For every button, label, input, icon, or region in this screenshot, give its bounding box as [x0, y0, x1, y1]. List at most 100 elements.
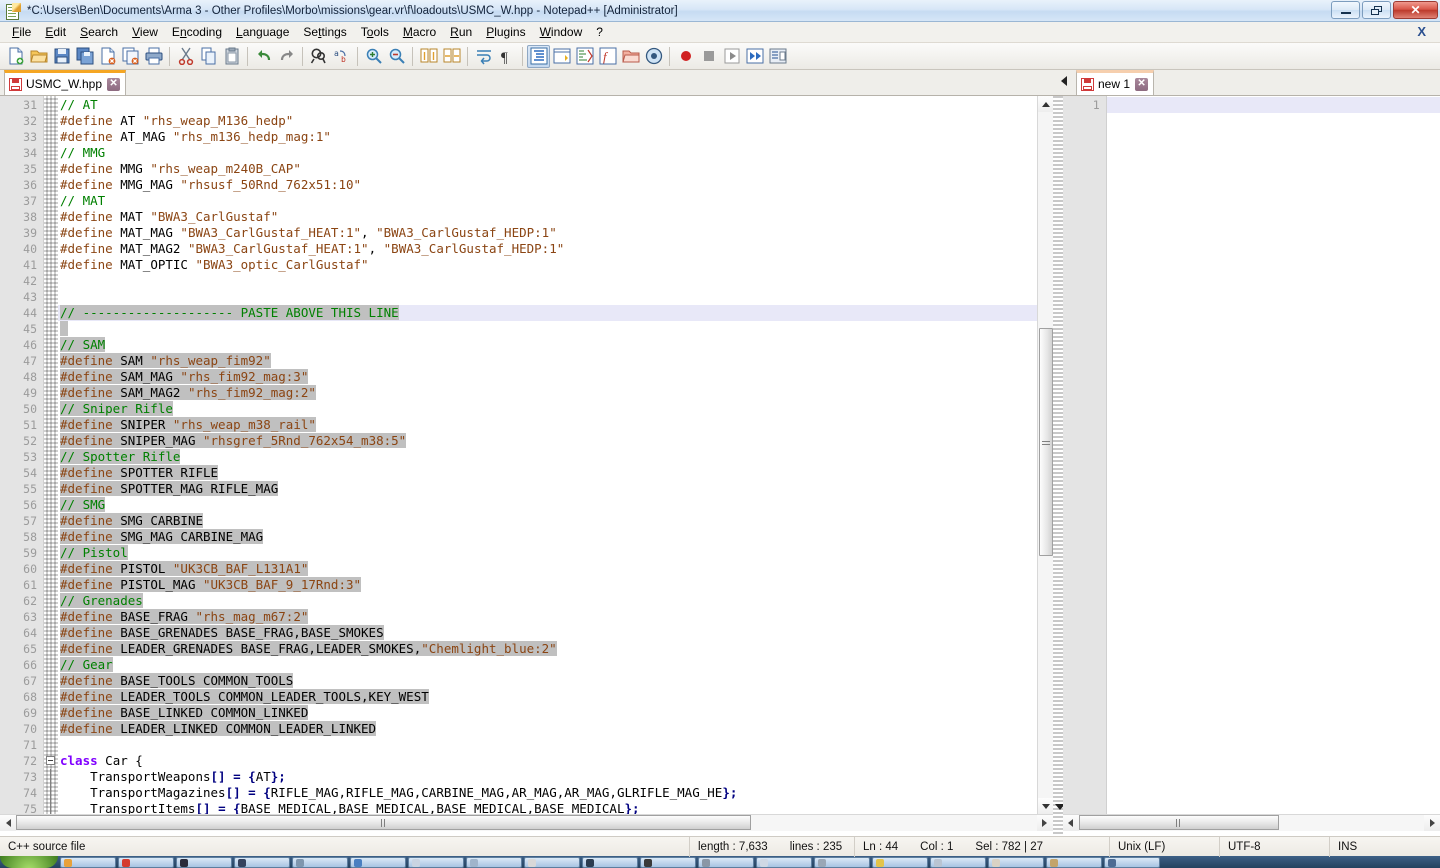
taskbar-item[interactable]: [756, 857, 812, 868]
taskbar-item[interactable]: [408, 857, 464, 868]
code-line[interactable]: #define SNIPER "rhs_weap_m38_rail": [58, 417, 1037, 433]
code-line[interactable]: // Sniper Rifle: [58, 401, 1037, 417]
taskbar-item[interactable]: [988, 857, 1044, 868]
sync-vertical-scrolling-icon[interactable]: [417, 45, 440, 68]
code-line[interactable]: // Gear: [58, 657, 1037, 673]
code-line[interactable]: class Car {: [58, 753, 1037, 769]
taskbar-item[interactable]: [292, 857, 348, 868]
code-line[interactable]: #define BASE_GRENADES BASE_FRAG,BASE_SMO…: [58, 625, 1037, 641]
code-line[interactable]: #define PISTOL "UK3CB_BAF_L131A1": [58, 561, 1037, 577]
close-all-files-icon[interactable]: [119, 45, 142, 68]
code-line[interactable]: // AT: [58, 97, 1037, 113]
status-encoding[interactable]: UTF-8: [1220, 837, 1330, 857]
scroll-right-arrow-icon-right[interactable]: [1424, 815, 1440, 831]
horizontal-scroll-thumb-right[interactable]: [1079, 815, 1279, 830]
code-line[interactable]: // MMG: [58, 145, 1037, 161]
document-map-icon[interactable]: [573, 45, 596, 68]
code-line[interactable]: #define MAT "BWA3_CarlGustaf": [58, 209, 1037, 225]
code-line[interactable]: [58, 321, 1037, 337]
scroll-right-arrow-icon[interactable]: [1037, 815, 1053, 831]
code-line[interactable]: // -------------------- PASTE ABOVE THIS…: [58, 305, 1037, 321]
code-line[interactable]: #define BASE_LINKED COMMON_LINKED: [58, 705, 1037, 721]
scroll-down-arrow-icon[interactable]: [1038, 798, 1053, 814]
code-editor-right[interactable]: 1: [1063, 96, 1440, 814]
code-line[interactable]: // Grenades: [58, 593, 1037, 609]
vertical-scrollbar-left[interactable]: [1037, 96, 1053, 814]
menu-item-plugins[interactable]: Plugins: [479, 23, 532, 41]
indent-guide-icon[interactable]: [527, 45, 550, 68]
function-list-icon[interactable]: f: [596, 45, 619, 68]
code-line[interactable]: #define SPOTTER RIFLE: [58, 465, 1037, 481]
horizontal-scroll-track[interactable]: [16, 815, 1037, 831]
code-line[interactable]: #define LEADER_TOOLS COMMON_LEADER_TOOLS…: [58, 689, 1037, 705]
code-line[interactable]: // Pistol: [58, 545, 1037, 561]
save-macro-icon[interactable]: [766, 45, 789, 68]
code-line[interactable]: TransportMagazines[] = {RIFLE_MAG,RIFLE_…: [58, 785, 1037, 801]
menu-item-settings[interactable]: Settings: [296, 23, 353, 41]
code-line[interactable]: [58, 273, 1037, 289]
fold-toggle[interactable]: [44, 753, 58, 769]
start-button[interactable]: [0, 856, 58, 868]
menu-item-encoding[interactable]: Encoding: [165, 23, 229, 41]
maximize-restore-button[interactable]: [1362, 1, 1391, 19]
code-line[interactable]: #define MMG_MAG "rhsusf_50Rnd_762x51:10": [58, 177, 1037, 193]
menu-item-file[interactable]: File: [5, 23, 38, 41]
code-line[interactable]: [1107, 97, 1440, 113]
scroll-left-arrow-icon-right[interactable]: [1063, 815, 1079, 831]
code-line[interactable]: #define AT "rhs_weap_M136_hedp": [58, 113, 1037, 129]
status-eol-format[interactable]: Unix (LF): [1110, 837, 1220, 857]
code-editor-left[interactable]: 3132333435363738394041424344454647484950…: [0, 96, 1053, 814]
menu-item-search[interactable]: Search: [73, 23, 125, 41]
folder-as-workspace-icon[interactable]: [619, 45, 642, 68]
taskbar-item[interactable]: [698, 857, 754, 868]
code-line[interactable]: #define LEADER_GRENADES BASE_FRAG,LEADER…: [58, 641, 1037, 657]
horizontal-scrollbar-right[interactable]: [1063, 814, 1440, 831]
code-line[interactable]: #define LEADER_LINKED COMMON_LEADER_LINK…: [58, 721, 1037, 737]
paste-icon[interactable]: [220, 45, 243, 68]
scroll-left-arrow-icon[interactable]: [0, 815, 16, 831]
cut-icon[interactable]: [174, 45, 197, 68]
menu-item-macro[interactable]: Macro: [396, 23, 443, 41]
open-file-icon[interactable]: [27, 45, 50, 68]
taskbar-item[interactable]: [234, 857, 290, 868]
stop-macro-icon[interactable]: [697, 45, 720, 68]
taskbar-item[interactable]: [60, 857, 116, 868]
menu-item-[interactable]: ?: [589, 23, 610, 41]
replace-icon[interactable]: ab: [330, 45, 353, 68]
tab-new-1[interactable]: new 1 ✕: [1076, 70, 1154, 95]
menu-item-edit[interactable]: Edit: [38, 23, 73, 41]
code-line[interactable]: #define MAT_MAG2 "BWA3_CarlGustaf_HEAT:1…: [58, 241, 1037, 257]
taskbar-item[interactable]: [524, 857, 580, 868]
run-macro-multiple-icon[interactable]: [743, 45, 766, 68]
taskbar-item[interactable]: [640, 857, 696, 868]
menu-item-window[interactable]: Window: [533, 23, 590, 41]
play-macro-icon[interactable]: [720, 45, 743, 68]
fold-margin[interactable]: [44, 96, 58, 814]
code-line[interactable]: #define SAM "rhs_weap_fim92": [58, 353, 1037, 369]
code-line[interactable]: // Spotter Rifle: [58, 449, 1037, 465]
menu-item-view[interactable]: View: [125, 23, 165, 41]
taskbar-item[interactable]: [930, 857, 986, 868]
word-wrap-icon[interactable]: [472, 45, 495, 68]
new-file-icon[interactable]: [4, 45, 27, 68]
find-icon[interactable]: [307, 45, 330, 68]
taskbar-item[interactable]: [1104, 857, 1160, 868]
code-line[interactable]: #define SAM_MAG "rhs_fim92_mag:3": [58, 369, 1037, 385]
menu-item-tools[interactable]: Tools: [354, 23, 396, 41]
taskbar-item[interactable]: [1046, 857, 1102, 868]
save-all-icon[interactable]: [73, 45, 96, 68]
save-icon[interactable]: [50, 45, 73, 68]
code-line[interactable]: #define SNIPER_MAG "rhsgref_5Rnd_762x54_…: [58, 433, 1037, 449]
code-line[interactable]: #define AT_MAG "rhs_m136_hedp_mag:1": [58, 129, 1037, 145]
code-line[interactable]: [58, 737, 1037, 753]
taskbar-item[interactable]: [814, 857, 870, 868]
code-line[interactable]: #define MAT_OPTIC "BWA3_optic_CarlGustaf…: [58, 257, 1037, 273]
menu-item-language[interactable]: Language: [229, 23, 296, 41]
code-line[interactable]: TransportWeapons[] = {AT};: [58, 769, 1037, 785]
collapse-left-arrow-icon[interactable]: [1061, 76, 1067, 86]
code-line[interactable]: #define BASE_TOOLS COMMON_TOOLS: [58, 673, 1037, 689]
menu-item-run[interactable]: Run: [443, 23, 479, 41]
user-defined-dialog-icon[interactable]: [550, 45, 573, 68]
taskbar-item[interactable]: [872, 857, 928, 868]
horizontal-scroll-thumb[interactable]: [16, 815, 751, 830]
